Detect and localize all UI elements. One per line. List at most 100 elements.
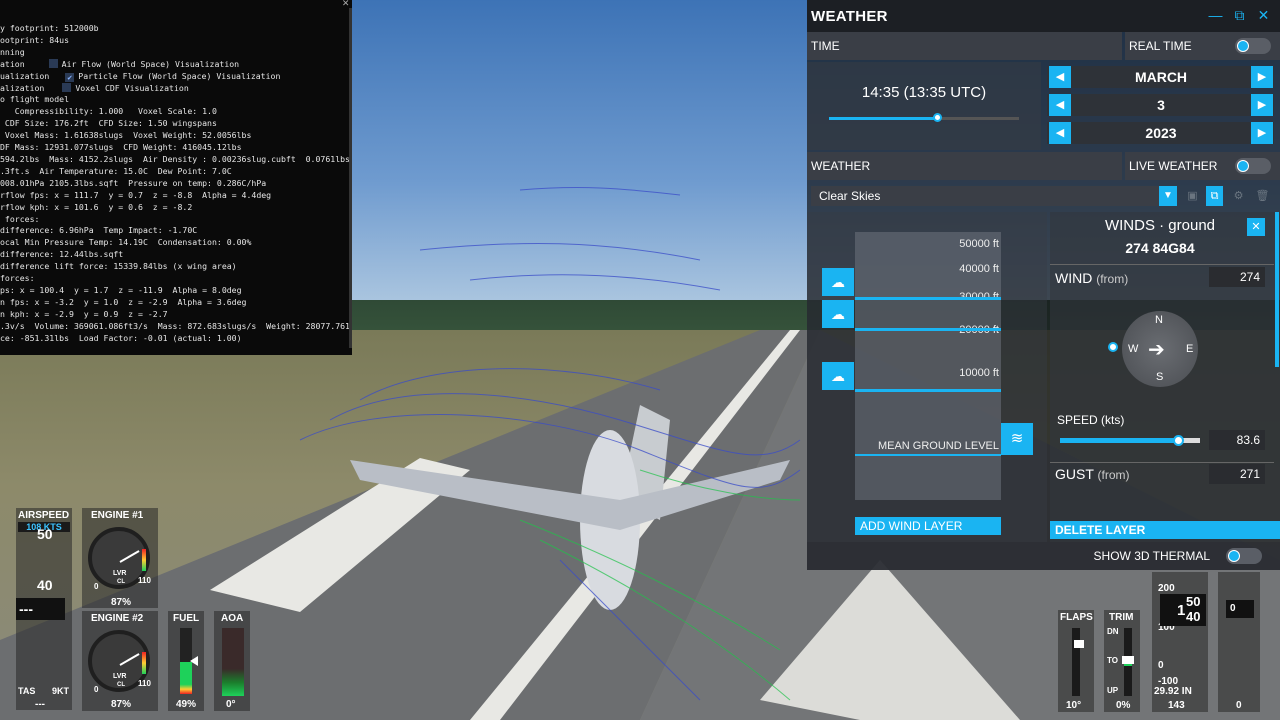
copy-preset-icon[interactable]: ⧉ bbox=[1206, 186, 1223, 206]
day-next-button[interactable]: ▶ bbox=[1251, 94, 1273, 116]
console-line: ation Air Flow (World Space) Visualizatio… bbox=[0, 58, 240, 69]
visualization-option-label: Air Flow (World Space) Visualization bbox=[61, 58, 240, 69]
month-next-button[interactable]: ▶ bbox=[1251, 66, 1273, 88]
close-icon[interactable]: ✕ bbox=[1256, 8, 1271, 23]
weather-panel: WEATHER — ⧉ ✕ TIME REAL TIME 14:35 (13:3… bbox=[807, 0, 1280, 570]
engine2-cl: CL bbox=[117, 682, 125, 688]
flaps-track bbox=[1072, 628, 1080, 696]
wind-compass[interactable]: N S E W ➔ bbox=[1122, 311, 1198, 387]
live-weather-row[interactable]: LIVE WEATHER bbox=[1125, 152, 1280, 180]
winds-close-icon[interactable]: ✕ bbox=[1247, 218, 1265, 236]
alt-tick-0: 0 bbox=[1158, 660, 1164, 671]
console-line: nning bbox=[0, 46, 25, 57]
engine2-redline bbox=[142, 652, 146, 674]
speed-slider-fill bbox=[1060, 438, 1178, 443]
console-line: DF Mass: 12931.077slugs CFD Weight: 4160… bbox=[0, 142, 242, 153]
console-line: .3ft.s Air Temperature: 15.0C Dew Point:… bbox=[0, 165, 232, 176]
cloud-layer-bar[interactable] bbox=[855, 328, 1001, 331]
speed-slider-knob[interactable] bbox=[1172, 435, 1184, 446]
year-next-button[interactable]: ▶ bbox=[1251, 122, 1273, 144]
console-scrollbar[interactable] bbox=[349, 8, 352, 348]
console-line: ootprint: 84us bbox=[0, 34, 70, 45]
settings-preset-icon[interactable]: ⚙ bbox=[1230, 186, 1247, 206]
console-line: rflow fps: x = 111.7 y = 0.7 z = -8.8 Al… bbox=[0, 189, 272, 200]
winds-title: WINDS · ground bbox=[1104, 217, 1216, 234]
altitude-panel: 50000 ft 40000 ft 30000 ft 20000 ft 1000… bbox=[807, 212, 1047, 542]
visualization-checkbox[interactable] bbox=[62, 82, 72, 92]
alt-tick-200: 200 bbox=[1158, 583, 1175, 594]
cloud-icon[interactable]: ☁ bbox=[822, 362, 854, 390]
altitude-40000: 40000 ft bbox=[959, 263, 999, 275]
winds-panel: WINDS · ground 274 84G84 ✕ WIND (from) 2… bbox=[1050, 212, 1280, 542]
speed-input[interactable]: 83.6 bbox=[1209, 430, 1265, 450]
winds-scrollbar[interactable] bbox=[1275, 212, 1279, 367]
chevron-down-icon[interactable]: ▼ bbox=[1159, 186, 1177, 206]
wind-direction-input[interactable]: 274 bbox=[1209, 267, 1265, 287]
cloud-layer-bar[interactable] bbox=[855, 389, 1001, 392]
day-value: 3 bbox=[1157, 97, 1165, 113]
time-slider-knob[interactable] bbox=[933, 113, 943, 122]
fuel-bar-fill bbox=[180, 661, 192, 694]
console-close-icon[interactable]: ✕ bbox=[342, 0, 349, 9]
real-time-toggle[interactable] bbox=[1235, 38, 1271, 54]
speed-slider[interactable] bbox=[1060, 435, 1200, 446]
live-weather-label: LIVE WEATHER bbox=[1129, 159, 1218, 173]
vs-value: 0 bbox=[1230, 603, 1236, 614]
alt-hundreds: 1 bbox=[1177, 602, 1186, 619]
thermal-row: SHOW 3D THERMAL bbox=[807, 542, 1280, 570]
trim-value: 0% bbox=[1116, 700, 1131, 711]
engine1-needle bbox=[119, 550, 140, 563]
delete-layer-button[interactable]: DELETE LAYER bbox=[1050, 521, 1280, 539]
console-line: difference: 12.44lbs.sqft bbox=[0, 249, 124, 260]
flaps-label: FLAPS bbox=[1060, 612, 1093, 623]
save-preset-icon[interactable]: ▣ bbox=[1184, 186, 1201, 206]
time-slider-fill bbox=[829, 117, 938, 120]
visualization-option-label: Voxel CDF Visualization bbox=[75, 82, 189, 93]
cloud-layer-bar[interactable] bbox=[855, 297, 1001, 300]
engine2-min: 0 bbox=[94, 685, 99, 694]
flaps-value: 10° bbox=[1066, 700, 1082, 711]
winds-value: 274 84G84 bbox=[1125, 240, 1195, 256]
altitude-50000: 50000 ft bbox=[959, 238, 999, 250]
cloud-icon[interactable]: ☁ bbox=[822, 300, 854, 328]
engine2-lvr: LVR bbox=[113, 673, 127, 680]
delete-preset-icon[interactable]: 🗑 bbox=[1254, 186, 1271, 206]
weather-section-header: WEATHER bbox=[807, 152, 1122, 180]
month-prev-button[interactable]: ◀ bbox=[1049, 66, 1071, 88]
cloud-icon[interactable]: ☁ bbox=[822, 268, 854, 296]
ground-level-bar bbox=[855, 454, 1001, 456]
console-line: .3v/s Volume: 369061.086ft3/s Mass: 872.… bbox=[0, 320, 352, 331]
day-prev-button[interactable]: ◀ bbox=[1049, 94, 1071, 116]
show-3d-thermal-label: SHOW 3D THERMAL bbox=[1093, 549, 1210, 563]
time-slider[interactable] bbox=[829, 113, 1019, 122]
time-section-header: TIME bbox=[807, 32, 1122, 60]
detach-icon[interactable]: ⧉ bbox=[1232, 8, 1247, 23]
live-weather-toggle[interactable] bbox=[1235, 158, 1271, 174]
show-3d-thermal-toggle[interactable] bbox=[1226, 548, 1262, 564]
add-wind-layer-button[interactable]: ADD WIND LAYER bbox=[855, 517, 1001, 535]
vs-readout: 0 bbox=[1226, 600, 1254, 618]
gust-direction-input[interactable]: 271 bbox=[1209, 464, 1265, 484]
preset-select[interactable]: Clear Skies ▼ bbox=[811, 186, 1177, 206]
visualization-option-label: Particle Flow (World Space) Visualizatio… bbox=[78, 70, 281, 81]
tas-bottom: --- bbox=[35, 699, 45, 710]
weather-header: WEATHER — ⧉ ✕ bbox=[807, 0, 1280, 32]
engine2-needle bbox=[119, 653, 140, 666]
year-value: 2023 bbox=[1145, 125, 1177, 141]
preset-value: Clear Skies bbox=[819, 189, 881, 203]
console-line: difference: 6.96hPa Temp Impact: -1.70C bbox=[0, 225, 198, 236]
trim-dn: DN bbox=[1107, 627, 1119, 636]
year-prev-button[interactable]: ◀ bbox=[1049, 122, 1071, 144]
altitude-readout: 1 50 40 bbox=[1160, 594, 1206, 626]
aoa-bar bbox=[222, 628, 244, 696]
console-line: Voxel Mass: 1.61638slugs Voxel Weight: 5… bbox=[0, 130, 252, 141]
fuel-label: FUEL bbox=[173, 613, 200, 624]
real-time-row[interactable]: REAL TIME bbox=[1125, 32, 1280, 60]
console-line: ce: -851.31lbs Load Factor: -0.01 (actua… bbox=[0, 332, 242, 343]
visualization-checkbox[interactable] bbox=[48, 58, 58, 68]
wind-layer-icon[interactable]: ≋ bbox=[1001, 423, 1033, 455]
minimize-icon[interactable]: — bbox=[1208, 8, 1223, 23]
console-line: CDF Size: 176.2ft CFD Size: 1.50 wingspa… bbox=[0, 118, 217, 129]
visualization-checkbox[interactable]: ✔ bbox=[65, 72, 75, 82]
wind-direction-handle[interactable] bbox=[1108, 342, 1118, 352]
